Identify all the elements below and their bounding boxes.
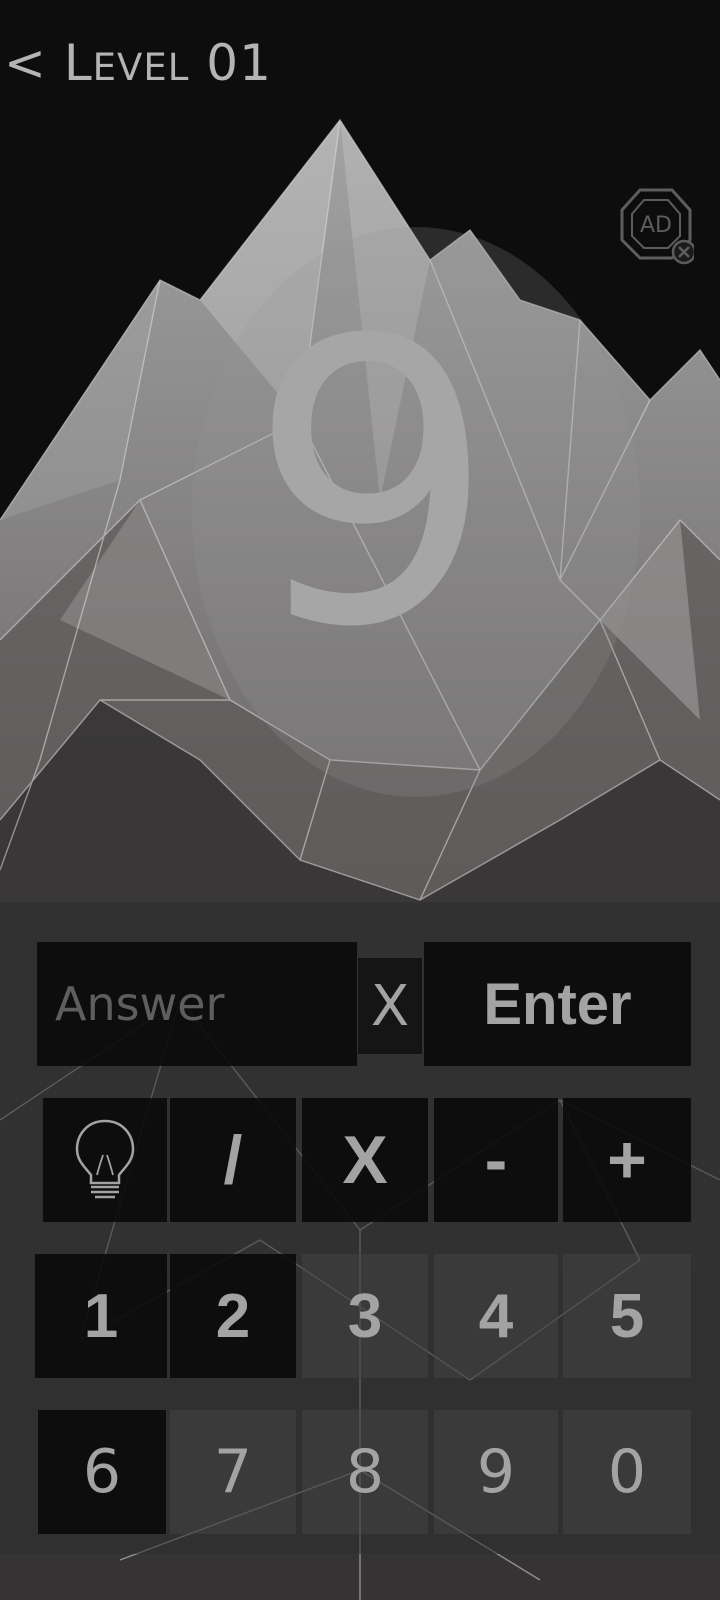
remove-ads-button[interactable]: AD	[618, 186, 697, 268]
game-screen: < LEVEL 01 AD 9 X Enter / X - + 1 2 3	[0, 0, 720, 1600]
level-title-initial: L	[63, 34, 93, 92]
digit-9-button[interactable]: 9	[434, 1410, 558, 1534]
digit-6-button[interactable]: 6	[38, 1410, 166, 1534]
subtract-button[interactable]: -	[434, 1098, 558, 1222]
digit-8-button[interactable]: 8	[302, 1410, 428, 1534]
multiply-button[interactable]: X	[302, 1098, 428, 1222]
digit-5-button[interactable]: 5	[563, 1254, 691, 1378]
digit-4-button[interactable]: 4	[434, 1254, 558, 1378]
back-arrow-icon: <	[4, 34, 47, 92]
digit-7-button[interactable]: 7	[170, 1410, 296, 1534]
hint-button[interactable]	[43, 1098, 167, 1222]
digit-2-button[interactable]: 2	[170, 1254, 296, 1378]
enter-button[interactable]: Enter	[424, 942, 691, 1066]
divide-button[interactable]: /	[170, 1098, 296, 1222]
level-number: 01	[206, 34, 272, 92]
lightbulb-icon	[75, 1119, 135, 1199]
target-number: 9	[247, 258, 497, 712]
back-to-level-select[interactable]: < LEVEL 01	[4, 34, 272, 92]
digit-1-button[interactable]: 1	[35, 1254, 167, 1378]
clear-answer-button[interactable]: X	[358, 958, 422, 1054]
answer-input[interactable]	[53, 976, 347, 1032]
ad-label: AD	[640, 213, 672, 238]
answer-field[interactable]	[37, 942, 357, 1066]
ad-close-icon: AD	[620, 188, 697, 265]
level-title-rest: EVEL	[92, 46, 190, 89]
add-button[interactable]: +	[563, 1098, 691, 1222]
digit-0-button[interactable]: 0	[563, 1410, 691, 1534]
digit-3-button[interactable]: 3	[302, 1254, 428, 1378]
